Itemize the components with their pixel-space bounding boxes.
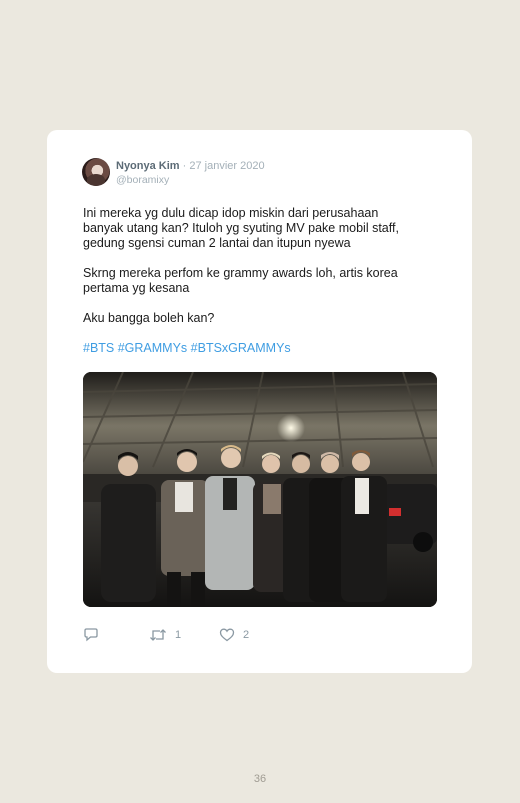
photo-illustration — [83, 372, 437, 607]
heart-icon — [219, 628, 235, 642]
tweet-paragraph: Aku bangga boleh kan? — [83, 311, 215, 325]
display-name[interactable]: Nyonya Kim — [116, 160, 180, 172]
retweet-button[interactable]: 1 — [149, 628, 181, 642]
tweet-paragraph: Skrng mereka perfom ke grammy awards loh… — [83, 266, 398, 295]
author-line: Nyonya Kim · 27 janvier 2020 — [116, 160, 265, 173]
tweet-paragraph: Ini mereka yg dulu dicap idop miskin dar… — [83, 206, 399, 250]
retweet-icon — [150, 629, 166, 641]
tweet-card: Nyonya Kim · 27 janvier 2020 @boramixy I… — [47, 130, 472, 673]
tweet-photo[interactable] — [83, 372, 437, 607]
avatar[interactable] — [82, 158, 110, 186]
like-count: 2 — [243, 629, 250, 641]
user-handle[interactable]: @boramixy — [116, 174, 169, 186]
page-number: 36 — [253, 773, 267, 785]
like-button[interactable]: 2 — [219, 628, 249, 642]
hashtag-links[interactable]: #BTS #GRAMMYs #BTSxGRAMMYs — [83, 341, 428, 356]
retweet-count: 1 — [175, 629, 182, 641]
reply-button[interactable] — [83, 628, 99, 642]
tweet-date[interactable]: · 27 janvier 2020 — [183, 160, 265, 172]
reply-icon — [84, 628, 98, 642]
tweet-text: Ini mereka yg dulu dicap idop miskin dar… — [83, 206, 428, 371]
